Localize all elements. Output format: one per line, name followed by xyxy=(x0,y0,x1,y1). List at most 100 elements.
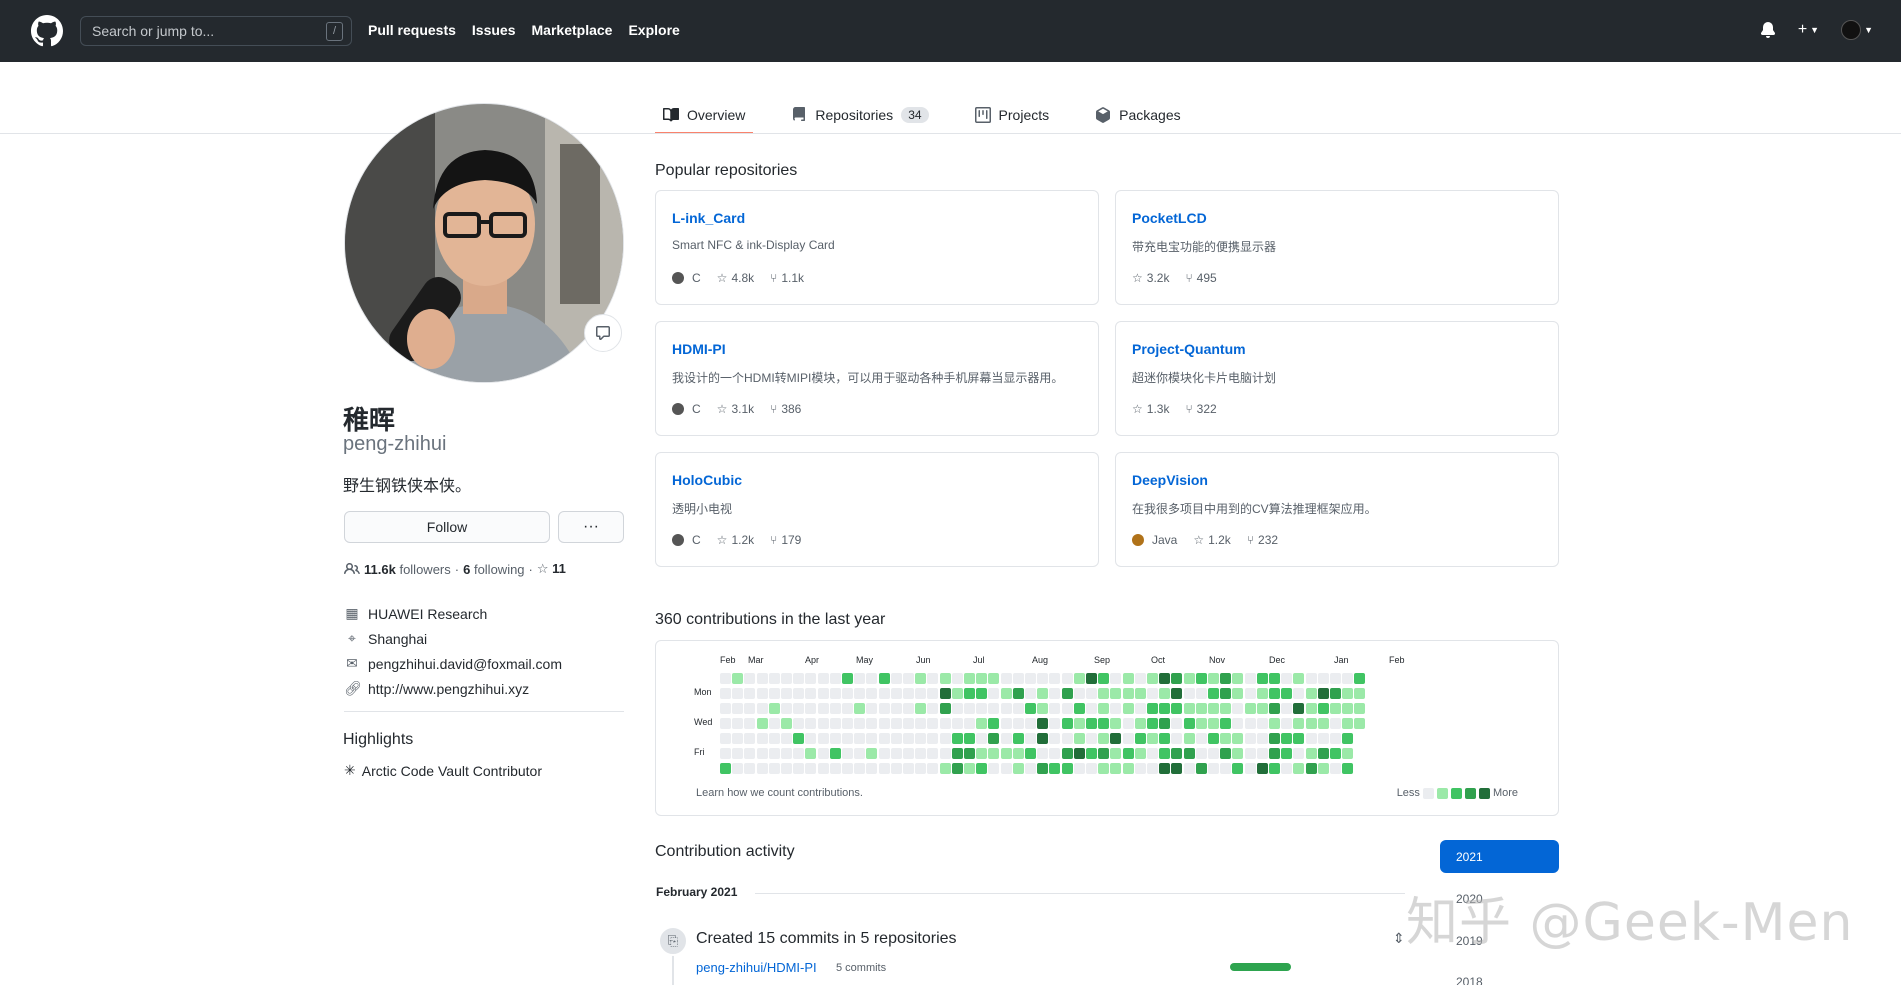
contribution-day[interactable] xyxy=(1086,718,1097,729)
follow-button[interactable]: Follow xyxy=(344,511,550,543)
contribution-day[interactable] xyxy=(1183,688,1195,699)
year-2021-button[interactable]: 2021 xyxy=(1440,840,1559,873)
contribution-day[interactable] xyxy=(915,748,927,759)
contribution-day[interactable] xyxy=(878,673,890,684)
contribution-day[interactable] xyxy=(1183,748,1195,759)
contribution-day[interactable] xyxy=(829,733,841,744)
contribution-day[interactable] xyxy=(720,688,731,699)
email-link[interactable]: pengzhihui.david@foxmail.com xyxy=(368,656,562,672)
contribution-day[interactable] xyxy=(951,718,963,729)
contribution-day[interactable] xyxy=(1037,688,1049,699)
contribution-day[interactable] xyxy=(805,688,817,699)
contribution-day[interactable] xyxy=(927,763,939,774)
contribution-day[interactable] xyxy=(866,703,878,714)
contribution-day[interactable] xyxy=(744,748,756,759)
repo-name-link[interactable]: HoloCubic xyxy=(672,472,742,488)
contribution-day[interactable] xyxy=(1086,733,1097,744)
contribution-day[interactable] xyxy=(1317,688,1329,699)
contribution-day[interactable] xyxy=(939,718,951,729)
contribution-day[interactable] xyxy=(732,688,744,699)
contribution-day[interactable] xyxy=(1281,673,1293,684)
contribution-day[interactable] xyxy=(1098,748,1110,759)
contribution-day[interactable] xyxy=(951,748,963,759)
contribution-day[interactable] xyxy=(1317,718,1329,729)
contribution-day[interactable] xyxy=(1159,748,1171,759)
contribution-day[interactable] xyxy=(1025,673,1036,684)
contribution-day[interactable] xyxy=(1159,718,1171,729)
contribution-day[interactable] xyxy=(1147,673,1158,684)
contribution-day[interactable] xyxy=(1183,673,1195,684)
contribution-day[interactable] xyxy=(817,688,829,699)
contribution-day[interactable] xyxy=(964,688,975,699)
contribution-day[interactable] xyxy=(1049,763,1061,774)
contribution-day[interactable] xyxy=(781,748,792,759)
contribution-day[interactable] xyxy=(964,673,975,684)
contribution-day[interactable] xyxy=(939,703,951,714)
contribution-day[interactable] xyxy=(1293,703,1305,714)
contribution-day[interactable] xyxy=(793,703,805,714)
nav-pull-requests[interactable]: Pull requests xyxy=(368,22,456,38)
contribution-day[interactable] xyxy=(964,763,975,774)
activity-repo-link[interactable]: peng-zhihui/HDMI-PI xyxy=(696,960,817,975)
contribution-day[interactable] xyxy=(939,733,951,744)
contribution-day[interactable] xyxy=(1098,703,1110,714)
contribution-day[interactable] xyxy=(1342,763,1354,774)
contribution-day[interactable] xyxy=(1293,688,1305,699)
contribution-day[interactable] xyxy=(1159,763,1171,774)
contribution-day[interactable] xyxy=(720,718,731,729)
contribution-day[interactable] xyxy=(1281,733,1293,744)
contribution-day[interactable] xyxy=(1317,748,1329,759)
contribution-day[interactable] xyxy=(890,733,902,744)
contribution-day[interactable] xyxy=(1183,733,1195,744)
contribution-day[interactable] xyxy=(768,733,780,744)
contribution-day[interactable] xyxy=(1183,703,1195,714)
contribution-day[interactable] xyxy=(951,733,963,744)
contribution-day[interactable] xyxy=(988,763,1000,774)
contribution-day[interactable] xyxy=(720,733,731,744)
contribution-day[interactable] xyxy=(1061,688,1073,699)
contribution-day[interactable] xyxy=(866,718,878,729)
contribution-day[interactable] xyxy=(1012,688,1024,699)
contribution-day[interactable] xyxy=(976,718,988,729)
contribution-day[interactable] xyxy=(781,688,792,699)
nav-explore[interactable]: Explore xyxy=(628,22,679,38)
contribution-day[interactable] xyxy=(1244,748,1256,759)
contribution-day[interactable] xyxy=(1012,733,1024,744)
contribution-day[interactable] xyxy=(1220,748,1232,759)
contribution-day[interactable] xyxy=(1147,688,1158,699)
contribution-day[interactable] xyxy=(805,733,817,744)
contribution-day[interactable] xyxy=(1049,733,1061,744)
contribution-day[interactable] xyxy=(805,763,817,774)
contribution-day[interactable] xyxy=(1244,718,1256,729)
contribution-day[interactable] xyxy=(1086,688,1097,699)
contribution-day[interactable] xyxy=(1110,718,1122,729)
contribution-day[interactable] xyxy=(964,718,975,729)
contribution-day[interactable] xyxy=(1110,673,1122,684)
contribution-day[interactable] xyxy=(1244,673,1256,684)
contribution-day[interactable] xyxy=(903,718,914,729)
contribution-day[interactable] xyxy=(1317,703,1329,714)
tab-overview[interactable]: Overview xyxy=(655,95,754,134)
contribution-day[interactable] xyxy=(1147,733,1158,744)
contribution-day[interactable] xyxy=(1220,688,1232,699)
contribution-day[interactable] xyxy=(1061,718,1073,729)
contribution-day[interactable] xyxy=(927,673,939,684)
contribution-day[interactable] xyxy=(878,718,890,729)
contribution-day[interactable] xyxy=(1012,718,1024,729)
contribution-day[interactable] xyxy=(1012,763,1024,774)
contribution-day[interactable] xyxy=(854,733,866,744)
contribution-day[interactable] xyxy=(1000,763,1012,774)
contribution-day[interactable] xyxy=(1281,703,1293,714)
contribution-day[interactable] xyxy=(1086,703,1097,714)
contribution-day[interactable] xyxy=(1073,688,1085,699)
contribution-day[interactable] xyxy=(768,718,780,729)
repo-name-link[interactable]: DeepVision xyxy=(1132,472,1208,488)
contribution-day[interactable] xyxy=(890,748,902,759)
contribution-day[interactable] xyxy=(1073,733,1085,744)
contribution-day[interactable] xyxy=(793,763,805,774)
contribution-day[interactable] xyxy=(1037,733,1049,744)
contribution-day[interactable] xyxy=(1025,703,1036,714)
contribution-day[interactable] xyxy=(927,703,939,714)
contribution-day[interactable] xyxy=(1281,748,1293,759)
contribution-day[interactable] xyxy=(1269,703,1280,714)
